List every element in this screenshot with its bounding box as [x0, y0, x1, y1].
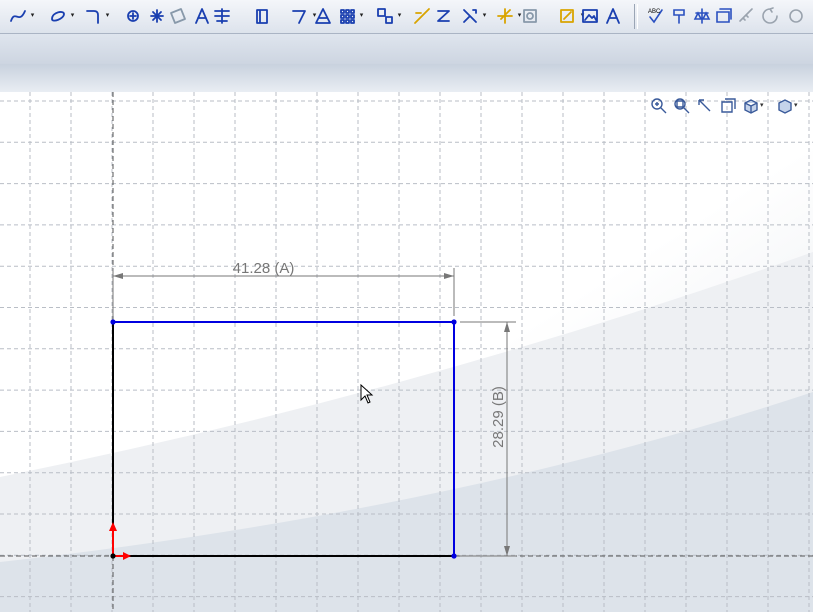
sketch-picture-icon[interactable] [580, 6, 600, 26]
sketch-endpoint[interactable] [110, 319, 116, 325]
add-relation-icon[interactable] [434, 6, 454, 26]
spline-icon[interactable] [8, 6, 28, 26]
spell-check-icon[interactable]: ABC [646, 6, 666, 26]
annotation-text-icon[interactable] [603, 6, 623, 26]
dropdown-arrow-icon[interactable]: ▾ [29, 11, 36, 21]
plane-icon[interactable] [168, 6, 188, 26]
dropdown-arrow-icon[interactable]: ▾ [69, 11, 76, 21]
repair-sketch-icon[interactable] [460, 6, 480, 26]
smart-dimension-icon[interactable] [412, 6, 432, 26]
rebuild-icon[interactable] [760, 6, 780, 26]
sketch-toolbar: ▾ ▾ ▾ ▾ ▾ ▾ ▾ ▾ ▾ ABC [0, 0, 813, 34]
origin-point[interactable] [110, 553, 116, 559]
dropdown-arrow-icon[interactable]: ▾ [794, 101, 798, 109]
intersection-curve-icon[interactable] [313, 6, 333, 26]
instant-2d-icon[interactable] [558, 6, 578, 26]
point-icon[interactable] [123, 6, 143, 26]
section-view-icon[interactable] [717, 95, 739, 117]
quick-snaps-icon[interactable] [495, 6, 515, 26]
convert-entities-icon[interactable] [290, 6, 310, 26]
spell-check-label: ABC [648, 9, 661, 15]
zoom-area-icon[interactable] [671, 95, 693, 117]
dropdown-arrow-icon[interactable]: ▾ [760, 101, 764, 109]
heads-up-view-toolbar: ▾ ▾ [646, 95, 813, 117]
sketch-endpoint[interactable] [451, 553, 457, 559]
hide-icon[interactable] [786, 6, 806, 26]
construction-icon[interactable] [212, 6, 232, 26]
dropdown-arrow-icon[interactable]: ▾ [358, 11, 365, 21]
dropdown-arrow-icon[interactable]: ▾ [481, 11, 488, 21]
measure-icon[interactable] [737, 6, 757, 26]
rapid-sketch-icon[interactable] [520, 6, 540, 26]
dimension-a-label[interactable]: 41.28 (A) [233, 260, 295, 277]
dimension-b-label[interactable]: 28.29 (B) [490, 386, 507, 448]
format-painter-icon[interactable] [670, 6, 690, 26]
layer-icon[interactable] [714, 6, 734, 26]
command-manager-strip [0, 34, 813, 64]
previous-view-icon[interactable] [694, 95, 716, 117]
graphics-area[interactable]: 41.28 (A) 28.29 (B) [0, 92, 813, 612]
toolbar-separator [634, 4, 638, 29]
mouse-pointer-icon [360, 384, 374, 404]
centerpoint-icon[interactable] [147, 6, 167, 26]
offset-icon[interactable] [253, 6, 273, 26]
display-style-icon[interactable] [774, 95, 796, 117]
feature-tab-strip [0, 64, 813, 92]
dropdown-arrow-icon[interactable]: ▾ [104, 11, 111, 21]
view-orientation-icon[interactable] [740, 95, 762, 117]
move-entities-icon[interactable] [375, 6, 395, 26]
fillet-icon[interactable] [83, 6, 103, 26]
dropdown-arrow-icon[interactable]: ▾ [396, 11, 403, 21]
balance-icon[interactable] [692, 6, 712, 26]
sketch-endpoint[interactable] [451, 319, 457, 325]
linear-pattern-icon[interactable] [337, 6, 357, 26]
ellipse-icon[interactable] [48, 6, 68, 26]
zoom-to-fit-icon[interactable] [648, 95, 670, 117]
text-icon[interactable] [192, 6, 212, 26]
